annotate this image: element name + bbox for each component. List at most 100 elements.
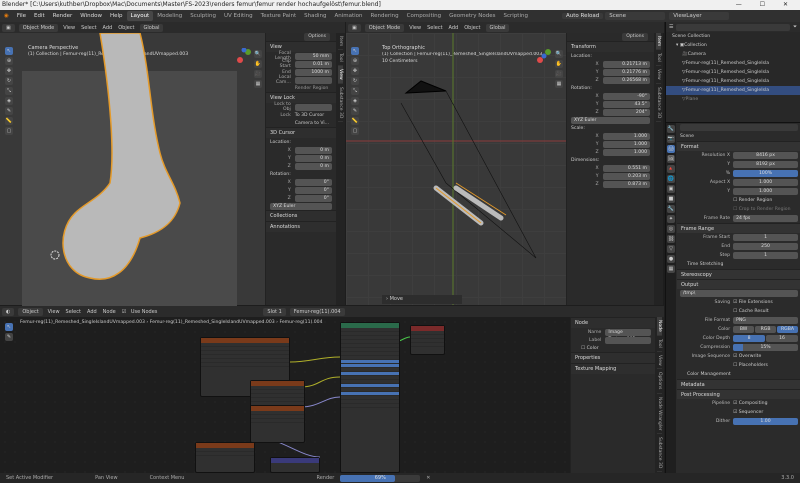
cache-result-checkbox[interactable]: ☐ Cache Result	[733, 309, 769, 314]
dither-slider[interactable]: 1.00	[733, 418, 798, 425]
rotation-x-field[interactable]: -90°	[602, 92, 650, 100]
menu-window[interactable]: Window	[76, 13, 106, 19]
outliner-item-femur-3[interactable]: ▽ Femur-reg(11)_Remeshed_SingleIsla	[666, 77, 800, 86]
collection-tab-icon[interactable]: ▣	[667, 185, 675, 193]
tab-tool[interactable]: Tool	[656, 50, 661, 66]
resolution-x-field[interactable]: 8416 px	[733, 152, 798, 159]
tab-view[interactable]: View	[656, 66, 661, 84]
workspace-tab-uv-editing[interactable]: UV Editing	[220, 11, 257, 21]
cursor-tool-icon[interactable]: ⊕	[351, 57, 359, 65]
frame-start-field[interactable]: 1	[733, 234, 798, 241]
aspect-y-field[interactable]: 1.000	[733, 188, 798, 195]
color-rgba-button[interactable]: RGBA	[777, 326, 798, 333]
principled-bsdf-node[interactable]	[340, 322, 400, 473]
tab-substance-3d[interactable]: Substance 3D	[657, 434, 662, 473]
frame-range-section-header[interactable]: Frame Range	[677, 223, 800, 233]
femur-model[interactable]	[0, 33, 265, 305]
file-extensions-checkbox[interactable]: ☑ File Extensions	[733, 300, 773, 305]
camera-view-icon[interactable]: 🎥	[555, 70, 563, 78]
outliner-item-plane[interactable]: ▽ Plane	[666, 95, 800, 104]
color-depth-16-button[interactable]: 16	[766, 335, 798, 342]
clip-end-field[interactable]: 1000 m	[294, 68, 332, 76]
outliner-type-icon[interactable]: ☰	[666, 24, 676, 30]
data-tab-icon[interactable]: ▽	[667, 245, 675, 253]
rotation-y-field[interactable]: 43.5°	[602, 100, 650, 108]
tab-item[interactable]: Item	[338, 33, 343, 51]
frame-step-field[interactable]: 1	[733, 252, 798, 259]
view-menu[interactable]: View	[45, 309, 63, 315]
object-menu[interactable]: Object	[461, 25, 483, 31]
tab-options[interactable]: Options	[657, 369, 662, 394]
cursor-z-field[interactable]: 0 m	[294, 162, 332, 170]
select-menu[interactable]: Select	[63, 309, 84, 315]
select-menu[interactable]: Select	[424, 25, 445, 31]
local-camera-field[interactable]	[294, 76, 332, 84]
tab-node[interactable]: Node	[657, 317, 662, 336]
shader-type-dropdown[interactable]: Object	[18, 307, 43, 316]
scene-objects[interactable]	[346, 33, 566, 305]
render-progress-bar[interactable]: 69%	[340, 474, 421, 482]
material-tab-icon[interactable]: ●	[667, 255, 675, 263]
properties-search-input[interactable]	[680, 124, 798, 131]
cursor-rotation-mode-dropdown[interactable]: XYZ Euler	[270, 202, 332, 210]
node-menu[interactable]: Node	[100, 309, 119, 315]
crop-region-checkbox[interactable]: ☐ Crop to Render Region	[733, 207, 790, 212]
orientation-dropdown[interactable]: Global	[485, 23, 510, 32]
cursor-x-field[interactable]: 0 m	[294, 146, 332, 154]
orientation-dropdown[interactable]: Global	[139, 23, 164, 32]
select-tool-icon[interactable]: ↖	[351, 47, 359, 55]
location-z-field[interactable]: 0.26568 m	[602, 76, 650, 84]
tab-item[interactable]: Item	[656, 33, 661, 51]
move-tool-icon[interactable]: ✥	[351, 67, 359, 75]
color-depth-8-button[interactable]: 8	[733, 335, 766, 342]
tab-substance-3d[interactable]: Substance 3D	[656, 84, 661, 122]
world-tab-icon[interactable]: 🌐	[667, 175, 675, 183]
clip-start-field[interactable]: 0.01 m	[294, 60, 332, 68]
overwrite-checkbox[interactable]: ☑ Overwrite	[733, 354, 761, 359]
compression-slider[interactable]: 15%	[733, 344, 798, 351]
format-section-header[interactable]: Format	[677, 141, 800, 151]
select-tool-icon[interactable]: ↖	[5, 323, 13, 331]
scene-tab-icon[interactable]: 🔺	[667, 165, 675, 173]
options-dropdown[interactable]: Options	[622, 33, 648, 41]
render-region-checkbox[interactable]: ☐ Render Region	[733, 198, 772, 203]
navigation-gizmo[interactable]	[536, 48, 552, 64]
outliner-item-camera[interactable]: 🎥 Camera	[666, 50, 800, 59]
use-nodes-checkbox[interactable]: ☑ Use Nodes	[119, 309, 164, 315]
workspace-tab-texture-paint[interactable]: Texture Paint	[257, 11, 301, 21]
constraints-tab-icon[interactable]: ⛓	[667, 235, 675, 243]
annotations-section-header[interactable]: Annotations	[266, 221, 336, 232]
mode-dropdown[interactable]: Object Mode	[364, 23, 405, 32]
move-tool-icon[interactable]: ✥	[5, 67, 13, 75]
dimension-y-field[interactable]: 0.203 m	[602, 172, 650, 180]
tool-settings-tab-icon[interactable]: 🔧	[667, 125, 675, 133]
slot-dropdown[interactable]: Slot 1	[263, 307, 286, 316]
focal-length-field[interactable]: 50 mm	[294, 52, 332, 60]
select-tool-icon[interactable]: ↖	[5, 47, 13, 55]
color-rgb-button[interactable]: RGB	[755, 326, 777, 333]
material-output-node[interactable]	[410, 325, 445, 355]
workspace-tab-scripting[interactable]: Scripting	[500, 11, 532, 21]
3d-cursor-section-header[interactable]: 3D Cursor	[266, 127, 336, 138]
location-x-field[interactable]: 0.21713 m	[602, 60, 650, 68]
outliner-scene-collection[interactable]: Scene Collection	[666, 32, 800, 41]
view-menu[interactable]: View	[406, 25, 424, 31]
workspace-tab-shading[interactable]: Shading	[300, 11, 330, 21]
editor-type-icon[interactable]: ◐	[2, 307, 15, 316]
add-menu[interactable]: Add	[100, 25, 116, 31]
cursor-y-field[interactable]: 0 m	[294, 154, 332, 162]
tab-substance-3d[interactable]: Substance 3D	[338, 84, 343, 122]
workspace-tab-geometry-nodes[interactable]: Geometry Nodes	[445, 11, 499, 21]
cursor-rx-field[interactable]: 0°	[294, 178, 332, 186]
tab-tool[interactable]: Tool	[338, 50, 343, 66]
outliner-item-femur-2[interactable]: ▽ Femur-reg(11)_Remeshed_SingleIsla	[666, 68, 800, 77]
cursor-rz-field[interactable]: 0°	[294, 194, 332, 202]
transform-tool-icon[interactable]: ◈	[351, 97, 359, 105]
rotate-tool-icon[interactable]: ↻	[351, 77, 359, 85]
image-texture-node-4[interactable]	[195, 442, 255, 473]
transform-tool-icon[interactable]: ◈	[5, 97, 13, 105]
last-operator-panel[interactable]: › Move	[382, 295, 462, 304]
menu-help[interactable]: Help	[106, 13, 127, 19]
frame-rate-dropdown[interactable]: 24 fps	[733, 215, 798, 222]
node-label-field[interactable]	[605, 336, 651, 344]
